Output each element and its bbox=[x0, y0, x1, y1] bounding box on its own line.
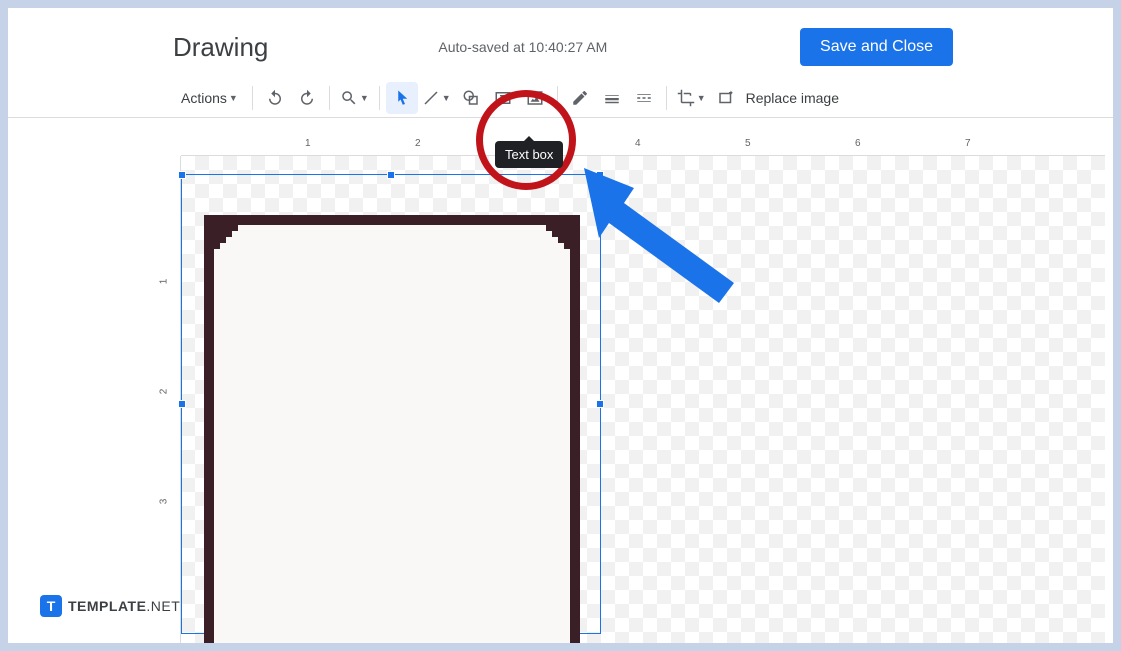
border-weight-button[interactable] bbox=[596, 82, 628, 114]
pencil-icon bbox=[571, 89, 589, 107]
reset-image-icon bbox=[717, 89, 735, 107]
ruler-vertical: 1 2 3 bbox=[153, 156, 181, 643]
chevron-down-icon: ▼ bbox=[697, 93, 706, 103]
shape-tool[interactable] bbox=[455, 82, 487, 114]
ruler-tick: 1 bbox=[158, 279, 169, 285]
separator bbox=[252, 86, 253, 110]
selected-object[interactable] bbox=[181, 174, 601, 634]
border-dash-button[interactable] bbox=[628, 82, 660, 114]
watermark: T TEMPLATE.NET bbox=[40, 595, 180, 617]
app-window: Drawing Auto-saved at 10:40:27 AM Save a… bbox=[8, 8, 1113, 643]
watermark-logo: T bbox=[40, 595, 62, 617]
line-tool[interactable]: ▼ bbox=[418, 82, 455, 114]
chevron-down-icon: ▼ bbox=[442, 93, 451, 103]
autosave-status: Auto-saved at 10:40:27 AM bbox=[438, 39, 607, 55]
cursor-icon bbox=[393, 89, 411, 107]
ruler-tick: 3 bbox=[158, 499, 169, 505]
ruler-tick: 5 bbox=[745, 138, 751, 149]
redo-icon bbox=[298, 89, 316, 107]
separator bbox=[666, 86, 667, 110]
ruler-tick: 7 bbox=[965, 138, 971, 149]
resize-handle[interactable] bbox=[178, 400, 186, 408]
text-box-tooltip: Text box bbox=[495, 141, 563, 168]
border-color-button[interactable] bbox=[564, 82, 596, 114]
actions-label: Actions bbox=[181, 90, 227, 106]
undo-icon bbox=[266, 89, 284, 107]
separator bbox=[329, 86, 330, 110]
chevron-down-icon: ▼ bbox=[360, 93, 369, 103]
header: Drawing Auto-saved at 10:40:27 AM Save a… bbox=[8, 8, 1113, 78]
line-weight-icon bbox=[603, 89, 621, 107]
corner-ornament bbox=[214, 225, 250, 261]
ruler-tick: 2 bbox=[158, 389, 169, 395]
zoom-icon bbox=[340, 89, 358, 107]
actions-menu[interactable]: Actions ▼ bbox=[173, 82, 246, 114]
ruler-horizontal: 1 2 3 4 5 6 7 bbox=[181, 138, 1105, 156]
ruler-tick: 6 bbox=[855, 138, 861, 149]
crop-button[interactable]: ▼ bbox=[673, 82, 710, 114]
chevron-down-icon: ▼ bbox=[229, 93, 238, 103]
save-and-close-button[interactable]: Save and Close bbox=[800, 28, 953, 66]
dialog-title: Drawing bbox=[173, 32, 268, 63]
resize-handle[interactable] bbox=[596, 400, 604, 408]
separator bbox=[379, 86, 380, 110]
line-icon bbox=[422, 89, 440, 107]
shape-icon bbox=[462, 89, 480, 107]
watermark-text: TEMPLATE.NET bbox=[68, 598, 180, 614]
annotation-arrow bbox=[584, 168, 744, 313]
corner-ornament bbox=[534, 225, 570, 261]
line-dash-icon bbox=[635, 89, 653, 107]
crop-icon bbox=[677, 89, 695, 107]
ruler-tick: 1 bbox=[305, 138, 311, 149]
reset-image-button[interactable] bbox=[710, 82, 742, 114]
ruler-tick: 4 bbox=[635, 138, 641, 149]
frame-image[interactable] bbox=[204, 215, 580, 643]
redo-button[interactable] bbox=[291, 82, 323, 114]
resize-handle[interactable] bbox=[178, 171, 186, 179]
zoom-button[interactable]: ▼ bbox=[336, 82, 373, 114]
undo-button[interactable] bbox=[259, 82, 291, 114]
select-tool[interactable] bbox=[386, 82, 418, 114]
replace-image-label[interactable]: Replace image bbox=[746, 90, 839, 106]
ruler-tick: 2 bbox=[415, 138, 421, 149]
resize-handle[interactable] bbox=[387, 171, 395, 179]
